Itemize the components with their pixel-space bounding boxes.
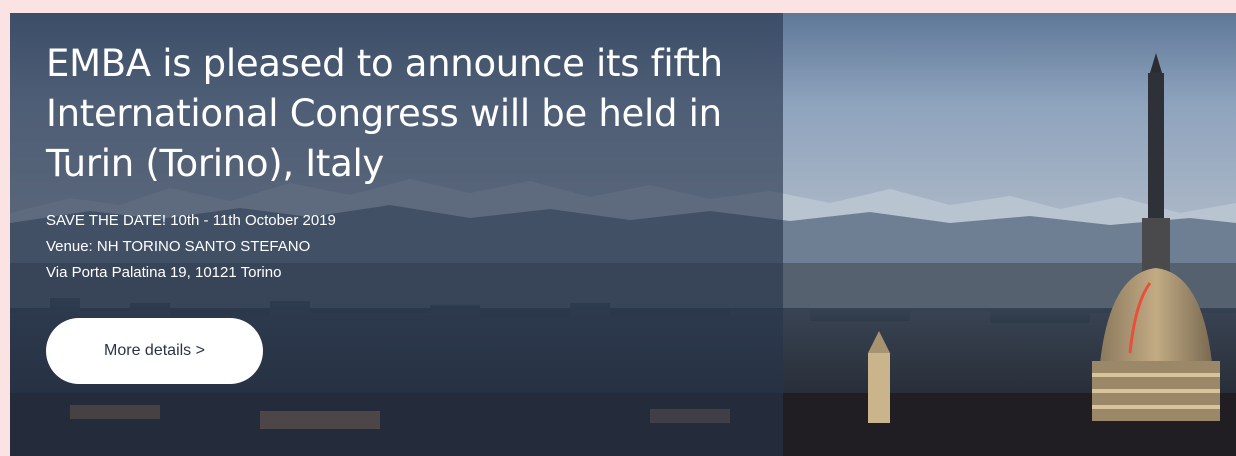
- hero-banner: EMBA is pleased to announce its fifth In…: [10, 13, 1236, 456]
- more-details-button[interactable]: More details >: [46, 318, 263, 384]
- event-address: Via Porta Palatina 19, 10121 Torino: [46, 264, 282, 281]
- announcement-panel: EMBA is pleased to announce its fifth In…: [10, 13, 783, 456]
- event-details: SAVE THE DATE! 10th - 11th October 2019 …: [46, 208, 336, 286]
- page: EMBA is pleased to announce its fifth In…: [0, 0, 1236, 456]
- event-date: SAVE THE DATE! 10th - 11th October 2019: [46, 212, 336, 229]
- announcement-headline: EMBA is pleased to announce its fifth In…: [46, 42, 723, 185]
- event-venue: Venue: NH TORINO SANTO STEFANO: [46, 238, 311, 255]
